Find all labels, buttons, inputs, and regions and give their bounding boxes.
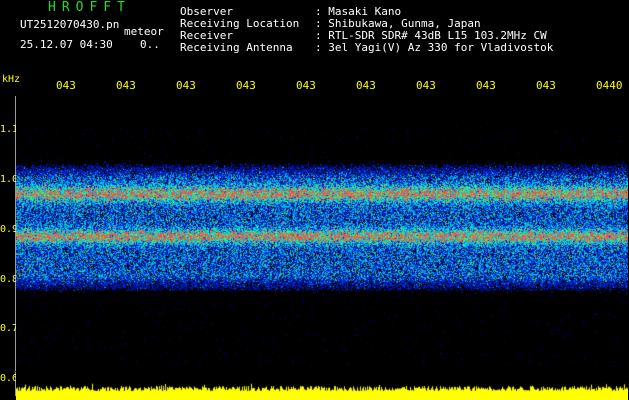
time-tick: 043 (536, 79, 556, 92)
time-tick: 043 (116, 79, 136, 92)
time-tick: 043 (176, 79, 196, 92)
time-tick: 043 (56, 79, 76, 92)
meteor-label: meteor (124, 25, 164, 38)
capture-datetime: 25.12.07 04:30 (20, 38, 113, 51)
frequency-unit: kHz (2, 74, 21, 85)
waterfall-spectrogram (16, 96, 628, 400)
file-name: UT2512070430.pn (20, 18, 120, 31)
time-tick: 0440 (596, 79, 623, 92)
time-tick: 043 (476, 79, 496, 92)
antenna-label: Receiving Antenna (180, 41, 293, 54)
meteor-counter: 0.. (140, 38, 160, 51)
antenna-value: : 3el Yagi(V) Az 330 for Vladivostok (315, 41, 554, 54)
time-tick: 043 (296, 79, 316, 92)
app-title: HROFFT (48, 0, 131, 15)
time-tick: 043 (236, 79, 256, 92)
time-tick: 043 (356, 79, 376, 92)
time-tick: 043 (416, 79, 436, 92)
